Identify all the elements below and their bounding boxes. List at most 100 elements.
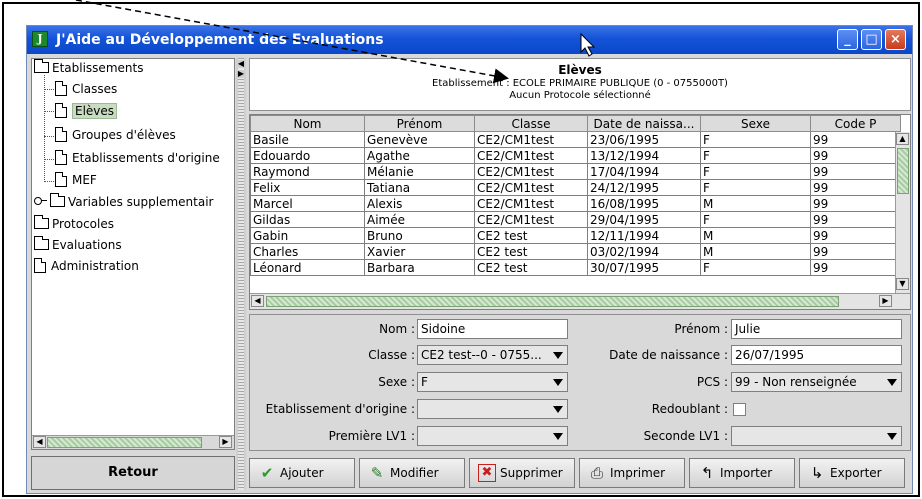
table-row[interactable]: Léonard Barbara CE2 test 30/07/1995 F 99: [250, 259, 901, 276]
close-icon[interactable]: ×: [885, 29, 906, 50]
students-table: Nom Prénom Classe Date de naissa... Sexe…: [249, 114, 911, 310]
tree-item-etablissements[interactable]: Etablissements: [34, 59, 143, 77]
naissance-label: Date de naissance :: [609, 348, 728, 362]
imprimer-button[interactable]: ⎙ Imprimer: [579, 458, 685, 488]
expand-right-icon[interactable]: ▶: [237, 70, 245, 78]
table-row[interactable]: Marcel Alexis CE2/CM1test 16/08/1995 M 9…: [250, 195, 901, 212]
collapse-left-icon[interactable]: ◀: [237, 60, 245, 68]
tree-item-groupes[interactable]: Groupes d'élèves: [55, 126, 176, 144]
table-cell: M: [700, 243, 811, 260]
title-bar[interactable]: J J'Aide au Développement des Evaluation…: [27, 26, 912, 54]
column-header-prenom[interactable]: Prénom: [364, 115, 475, 132]
tree-horizontal-scrollbar[interactable]: ◀ ▶: [32, 435, 234, 449]
document-icon: [55, 81, 67, 96]
minimize-icon[interactable]: _: [837, 29, 858, 50]
table-vertical-scrollbar[interactable]: ▲ ▼: [895, 132, 910, 293]
lv2-select[interactable]: [731, 426, 902, 446]
lv2-label: Seconde LV1 :: [643, 429, 728, 443]
edit-icon: ✎: [370, 464, 384, 482]
tree-item-mef[interactable]: MEF: [55, 171, 97, 189]
modifier-button[interactable]: ✎ Modifier: [359, 458, 465, 488]
scroll-thumb[interactable]: [266, 296, 839, 307]
table-cell: 99: [810, 211, 901, 228]
table-cell: Agathe: [364, 147, 475, 164]
nom-field[interactable]: Sidoine: [417, 319, 568, 339]
table-row[interactable]: Edouardo Agathe CE2/CM1test 13/12/1994 F…: [250, 147, 901, 164]
tree-item-eleves[interactable]: Elèves: [55, 102, 118, 120]
table-cell: 29/04/1995: [587, 211, 701, 228]
table-cell: CE2/CM1test: [474, 179, 588, 196]
classe-select[interactable]: CE2 test--0 - 0755...: [417, 345, 568, 365]
retour-button[interactable]: Retour: [31, 456, 235, 490]
lv1-select[interactable]: [417, 426, 568, 446]
table-cell: 13/12/1994: [587, 147, 701, 164]
etab-origine-select[interactable]: [417, 399, 568, 419]
redoublant-checkbox[interactable]: [733, 403, 746, 416]
ajouter-button[interactable]: ✔ Ajouter: [249, 458, 355, 488]
chevron-down-icon: [553, 406, 563, 413]
table-cell: Bruno: [364, 227, 475, 244]
table-cell: 23/06/1995: [587, 131, 701, 148]
scroll-right-icon[interactable]: ▶: [879, 295, 892, 307]
column-header-sexe[interactable]: Sexe: [700, 115, 811, 132]
table-cell: Aimée: [364, 211, 475, 228]
scroll-thumb[interactable]: [897, 148, 909, 194]
checkmark-icon: ✔: [260, 464, 274, 482]
scroll-down-icon[interactable]: ▼: [896, 278, 909, 290]
tree-item-evaluations[interactable]: Evaluations: [34, 236, 122, 254]
nom-label: Nom :: [379, 322, 415, 336]
table-row[interactable]: Raymond Mélanie CE2/CM1test 17/04/1994 F…: [250, 163, 901, 180]
chevron-down-icon: [553, 433, 563, 440]
table-cell: Barbara: [364, 259, 475, 276]
table-cell: Gildas: [250, 211, 365, 228]
table-horizontal-scrollbar[interactable]: ◀ ▶: [250, 293, 910, 309]
table-row[interactable]: Felix Tatiana CE2/CM1test 24/12/1995 F 9…: [250, 179, 901, 196]
tree-item-protocoles[interactable]: Protocoles: [34, 215, 114, 233]
panel-splitter[interactable]: ◀ ▶: [236, 58, 246, 490]
table-row[interactable]: Gildas Aimée CE2/CM1test 29/04/1995 F 99: [250, 211, 901, 228]
table-cell: Mélanie: [364, 163, 475, 180]
window-title: J'Aide au Développement des Evaluations: [56, 32, 384, 48]
table-cell: Raymond: [250, 163, 365, 180]
prenom-field[interactable]: Julie: [731, 319, 902, 339]
pcs-select[interactable]: 99 - Non renseignée: [731, 372, 902, 392]
table-cell: CE2/CM1test: [474, 131, 588, 148]
scroll-thumb[interactable]: [47, 437, 202, 448]
date-naissance-field[interactable]: 26/07/1995: [731, 345, 902, 365]
sexe-select[interactable]: F: [417, 372, 568, 392]
column-header-classe[interactable]: Classe: [474, 115, 588, 132]
table-cell: 99: [810, 195, 901, 212]
scroll-left-icon[interactable]: ◀: [33, 436, 46, 448]
tree-item-etablissements-origine[interactable]: Etablissements d'origine: [55, 149, 220, 167]
table-cell: Tatiana: [364, 179, 475, 196]
chevron-down-icon: [553, 379, 563, 386]
table-cell: Marcel: [250, 195, 365, 212]
importer-button[interactable]: ↰ Importer: [689, 458, 795, 488]
context-header: Elèves Etablissement : ECOLE PRIMAIRE PU…: [249, 58, 911, 111]
table-cell: 24/12/1995: [587, 179, 701, 196]
scroll-left-icon[interactable]: ◀: [251, 295, 264, 307]
classe-label: Classe :: [368, 348, 415, 362]
table-cell: F: [700, 163, 811, 180]
tree-item-variables[interactable]: Variables supplementair: [34, 193, 213, 211]
table-cell: CE2 test: [474, 259, 588, 276]
exporter-button[interactable]: ↳ Exporter: [799, 458, 905, 488]
action-bar: ✔ Ajouter ✎ Modifier ✖ Supprimer ⎙ Impri…: [249, 456, 911, 490]
scroll-right-icon[interactable]: ▶: [219, 436, 232, 448]
column-header-code[interactable]: Code P: [810, 115, 901, 132]
expand-handle-icon[interactable]: [34, 197, 48, 205]
table-row[interactable]: Charles Xavier CE2 test 03/02/1994 M 99: [250, 243, 901, 260]
scroll-up-icon[interactable]: ▲: [896, 133, 909, 145]
column-header-date[interactable]: Date de naissa...: [587, 115, 701, 132]
supprimer-button[interactable]: ✖ Supprimer: [469, 458, 575, 488]
table-cell: Felix: [250, 179, 365, 196]
table-cell: F: [700, 179, 811, 196]
column-header-nom[interactable]: Nom: [250, 115, 365, 132]
table-cell: F: [700, 259, 811, 276]
maximize-icon[interactable]: □: [861, 29, 882, 50]
table-row[interactable]: Basile Genevève CE2/CM1test 23/06/1995 F…: [250, 131, 901, 148]
tree-item-classes[interactable]: Classes: [55, 80, 117, 98]
table-row[interactable]: Gabin Bruno CE2 test 12/11/1994 M 99: [250, 227, 901, 244]
tree-item-administration[interactable]: Administration: [34, 257, 139, 275]
table-cell: Gabin: [250, 227, 365, 244]
